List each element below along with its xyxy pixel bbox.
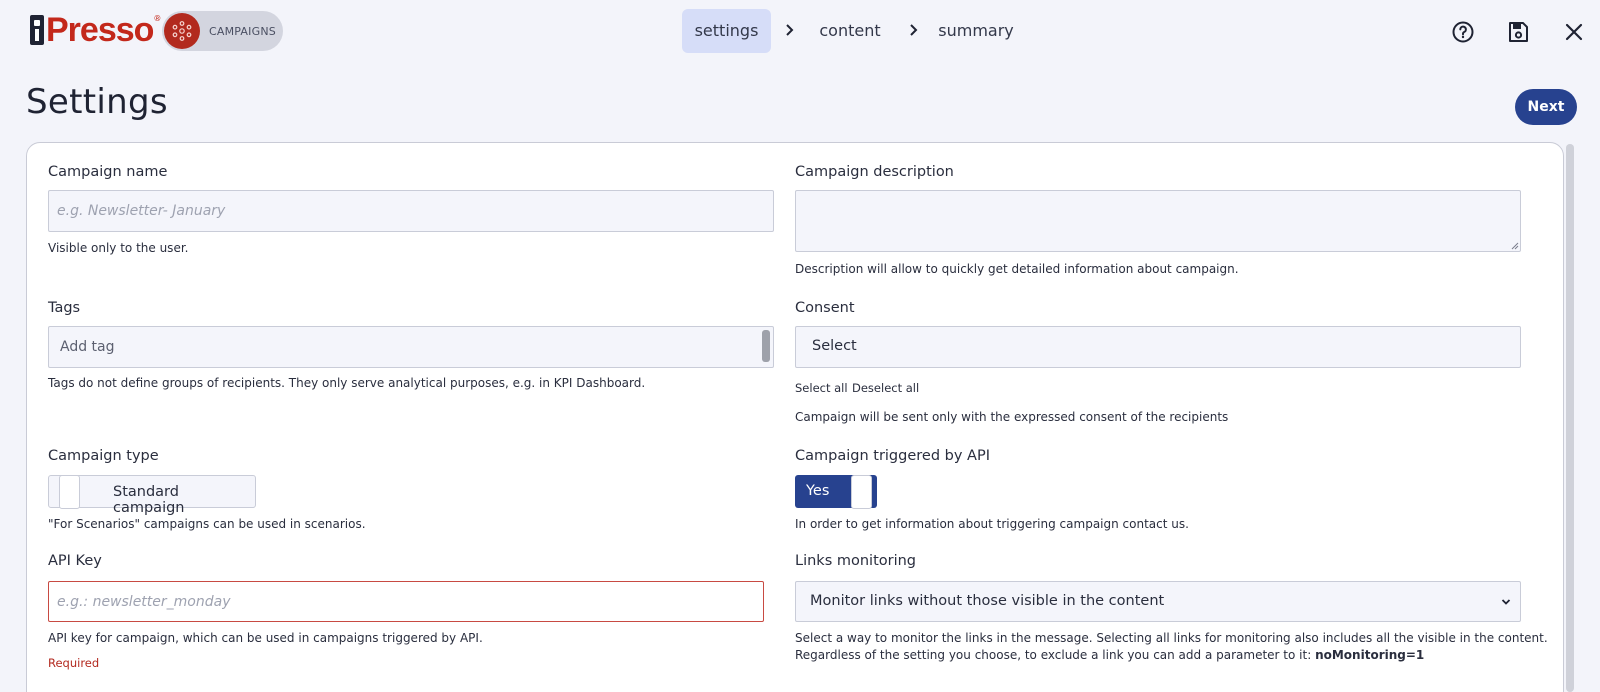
deselect-all-link[interactable]: Deselect all <box>852 381 919 395</box>
select-all-link[interactable]: Select all <box>795 381 848 395</box>
toggle-knob <box>851 475 872 509</box>
api-key-label: API Key <box>48 553 102 569</box>
consent-select[interactable]: Select <box>795 326 1521 368</box>
tags-help: Tags do not define groups of recipients.… <box>48 376 646 390</box>
api-key-input[interactable] <box>49 582 763 621</box>
tags-input[interactable]: Add tag <box>48 326 774 368</box>
api-key-error: Required <box>48 656 100 670</box>
links-monitoring-value: Monitor links without those visible in t… <box>810 593 1165 609</box>
triggered-by-api-label: Campaign triggered by API <box>795 448 990 464</box>
step-settings[interactable]: settings <box>682 9 771 53</box>
toggle-knob <box>59 475 80 509</box>
triggered-by-api-help: In order to get information about trigge… <box>795 517 1189 531</box>
chevron-right-icon <box>910 24 918 36</box>
resize-handle-icon[interactable] <box>1510 241 1519 250</box>
links-monitoring-label: Links monitoring <box>795 553 917 569</box>
campaign-description-textarea[interactable] <box>796 191 1520 251</box>
campaign-name-label: Campaign name <box>48 164 168 180</box>
logo-i-mark <box>30 15 44 45</box>
campaign-name-field[interactable] <box>48 190 774 232</box>
campaign-description-field[interactable] <box>795 190 1521 252</box>
links-monitoring-help-text: Regardless of the setting you choose, to… <box>795 648 1312 662</box>
ipresso-logo[interactable]: Presso ® <box>30 10 161 50</box>
api-key-help: API key for campaign, which can be used … <box>48 631 483 645</box>
campaign-name-help: Visible only to the user. <box>48 241 189 255</box>
api-key-field[interactable] <box>48 581 764 622</box>
campaign-type-help: "For Scenarios" campaigns can be used in… <box>48 517 366 531</box>
consent-help: Campaign will be sent only with the expr… <box>795 410 1229 424</box>
save-icon[interactable] <box>1506 20 1530 44</box>
consent-label: Consent <box>795 300 855 316</box>
tags-label: Tags <box>48 300 81 316</box>
campaign-description-help: Description will allow to quickly get de… <box>795 262 1239 276</box>
module-label: CAMPAIGNS <box>209 24 276 38</box>
step-content[interactable]: content <box>810 9 890 53</box>
registered-mark: ® <box>153 14 162 23</box>
scrollbar[interactable] <box>1566 144 1574 692</box>
step-summary[interactable]: summary <box>936 9 1016 53</box>
tags-scrollbar[interactable] <box>762 330 770 362</box>
triggered-by-api-value: Yes <box>806 483 830 499</box>
campaign-name-input[interactable] <box>49 191 773 231</box>
links-monitoring-help-2: Regardless of the setting you choose, to… <box>795 648 1424 662</box>
triggered-by-api-toggle[interactable]: Yes <box>795 475 877 509</box>
logo-wordmark: Presso <box>46 11 154 49</box>
no-monitoring-param: noMonitoring=1 <box>1315 648 1425 662</box>
campaigns-icon <box>164 13 200 49</box>
campaign-description-label: Campaign description <box>795 164 954 180</box>
links-monitoring-help: Select a way to monitor the links in the… <box>795 631 1548 645</box>
campaign-type-value: Standard campaign <box>113 484 185 516</box>
consent-select-value: Select <box>812 338 857 354</box>
page-title: Settings <box>26 82 168 122</box>
links-monitoring-select[interactable]: Monitor links without those visible in t… <box>795 581 1521 622</box>
top-bar: Presso ® CAMPAIGNS settings content summ… <box>0 0 1600 64</box>
campaign-type-toggle[interactable]: Standard campaign <box>48 475 256 516</box>
module-indicator[interactable]: CAMPAIGNS <box>162 11 283 51</box>
chevron-down-icon <box>1501 599 1511 605</box>
next-button[interactable]: Next <box>1515 89 1577 125</box>
close-icon[interactable] <box>1562 20 1586 44</box>
campaign-type-label: Campaign type <box>48 448 159 464</box>
tags-placeholder: Add tag <box>60 339 115 355</box>
help-circle-icon[interactable] <box>1451 20 1475 44</box>
chevron-right-icon <box>786 24 794 36</box>
scrollbar-thumb[interactable] <box>1566 144 1574 692</box>
